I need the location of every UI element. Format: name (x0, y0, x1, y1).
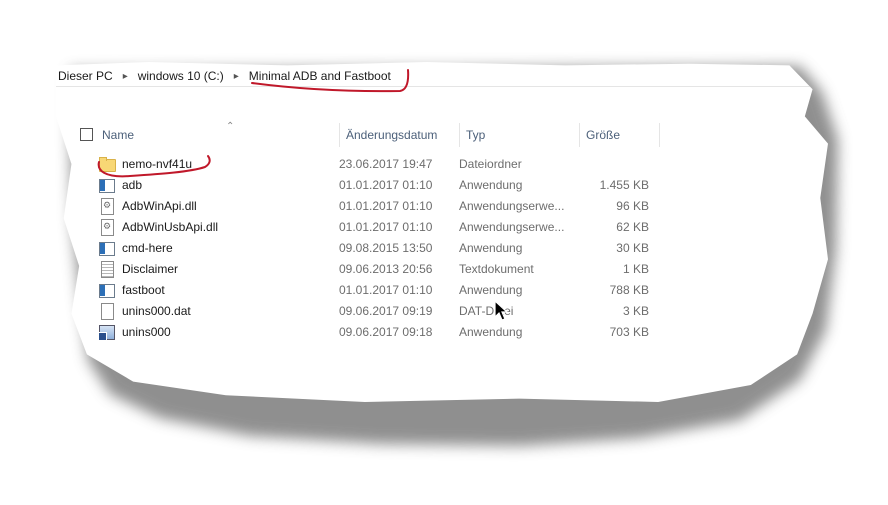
folder-name-underline (97, 155, 211, 178)
annotation-layer (97, 69, 410, 178)
folder-path-underline (251, 69, 410, 93)
mouse-cursor-icon (494, 300, 509, 321)
screenshot-stage: Dieser PC ▸ windows 10 (C:) ▸ Minimal AD… (0, 0, 888, 505)
